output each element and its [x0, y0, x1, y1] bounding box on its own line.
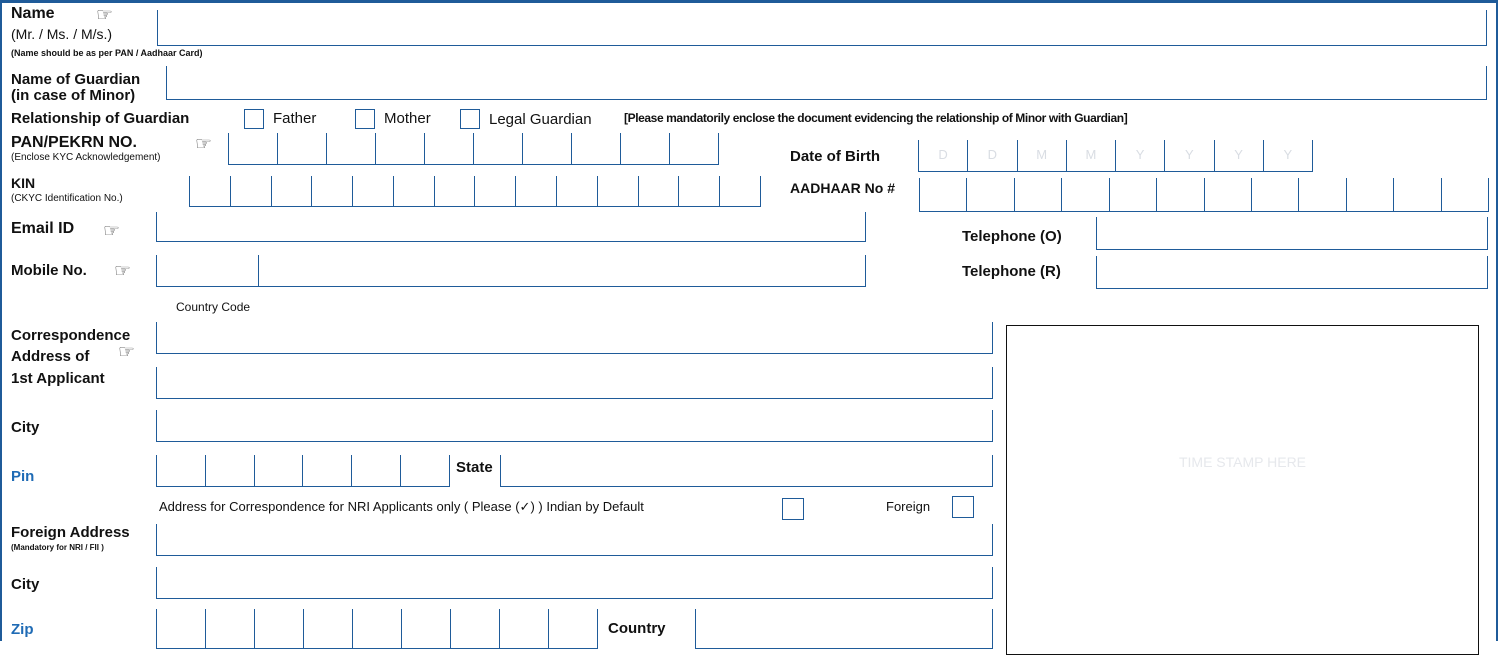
foreign-checkbox[interactable]	[952, 496, 974, 518]
guardian-name-field[interactable]	[166, 66, 1487, 100]
form-top-border	[0, 0, 1498, 3]
mobile-label: Mobile No.	[11, 262, 87, 279]
guardian-label-line2: (in case of Minor)	[11, 87, 136, 104]
email-label: Email ID	[11, 220, 75, 237]
correspondence-label-line2: Address of	[11, 348, 90, 365]
pan-label: PAN/PEKRN NO.	[11, 134, 137, 151]
pointing-hand-icon: ☞	[195, 134, 213, 155]
name-field[interactable]	[157, 10, 1487, 46]
pin-label: Pin	[11, 468, 35, 485]
pan-note: (Enclose KYC Acknowledgement)	[11, 152, 161, 163]
pointing-hand-icon: ☞	[114, 261, 132, 282]
foreign-address-note: (Mandatory for NRI / FII )	[11, 543, 104, 552]
nri-address-text: Address for Correspondence for NRI Appli…	[159, 499, 644, 514]
father-option-label: Father	[273, 110, 317, 127]
address-line1-field[interactable]	[156, 322, 993, 354]
guardian-label-line1: Name of Guardian	[11, 71, 141, 88]
telephone-r-label: Telephone (R)	[962, 263, 1061, 280]
country-field[interactable]	[695, 609, 993, 649]
dob-month-cell[interactable]: M	[1018, 140, 1067, 171]
kin-note: (CKYC Identification No.)	[11, 193, 123, 204]
relationship-label: Relationship of Guardian	[11, 110, 190, 127]
pointing-hand-icon: ☞	[96, 5, 114, 26]
foreign-city-field[interactable]	[156, 567, 993, 599]
name-label: Name	[11, 5, 55, 22]
dob-label: Date of Birth	[790, 148, 880, 165]
father-checkbox[interactable]	[244, 109, 264, 129]
telephone-r-field[interactable]	[1096, 256, 1488, 289]
dob-field[interactable]: D D M M Y Y Y Y	[918, 140, 1313, 172]
indian-by-default-checkbox[interactable]	[782, 498, 804, 520]
zip-label: Zip	[11, 621, 34, 638]
dob-year-cell[interactable]: Y	[1215, 140, 1264, 171]
dob-year-cell[interactable]: Y	[1116, 140, 1166, 171]
aadhaar-field[interactable]	[919, 178, 1490, 212]
legal-guardian-option-label: Legal Guardian	[489, 111, 592, 128]
telephone-o-label: Telephone (O)	[962, 228, 1062, 245]
time-stamp-text: TIME STAMP HERE	[1178, 454, 1307, 470]
form-left-border	[0, 0, 2, 641]
email-field[interactable]	[156, 212, 866, 242]
country-label: Country	[608, 620, 666, 637]
pointing-hand-icon: ☞	[118, 342, 136, 363]
pan-field[interactable]	[228, 133, 719, 165]
mother-option-label: Mother	[384, 110, 431, 127]
dob-month-cell[interactable]: M	[1067, 140, 1116, 171]
correspondence-label-line3: 1st Applicant	[11, 370, 105, 387]
time-stamp-box: TIME STAMP HERE	[1006, 325, 1479, 655]
dob-day-cell[interactable]: D	[919, 140, 969, 171]
country-code-label: Country Code	[176, 300, 251, 314]
dob-year-cell[interactable]: Y	[1165, 140, 1215, 171]
name-titles: (Mr. / Ms. / M/s.)	[11, 26, 113, 42]
zip-field[interactable]	[156, 609, 598, 649]
address-line2-field[interactable]	[156, 367, 993, 399]
correspondence-label-line1: Correspondence	[11, 327, 131, 344]
kin-field[interactable]	[189, 176, 761, 207]
dob-day-cell[interactable]: D	[968, 140, 1018, 171]
city-field[interactable]	[156, 410, 993, 442]
aadhaar-label: AADHAAR No #	[790, 180, 895, 196]
relationship-note: [Please mandatorily enclose the document…	[624, 111, 1128, 125]
kin-label: KIN	[11, 175, 36, 191]
legal-guardian-checkbox[interactable]	[460, 109, 480, 129]
pin-field[interactable]	[156, 455, 450, 487]
foreign-address-label: Foreign Address	[11, 524, 130, 541]
state-label: State	[456, 459, 493, 476]
country-code-divider	[258, 255, 259, 287]
foreign-address-field[interactable]	[156, 524, 993, 556]
foreign-label: Foreign	[886, 499, 931, 514]
city-label: City	[11, 419, 40, 436]
state-field[interactable]	[500, 455, 993, 487]
mother-checkbox[interactable]	[355, 109, 375, 129]
telephone-o-field[interactable]	[1096, 217, 1488, 250]
mobile-number-field[interactable]	[156, 255, 866, 287]
pointing-hand-icon: ☞	[103, 221, 121, 242]
dob-year-cell[interactable]: Y	[1264, 140, 1313, 171]
name-note: (Name should be as per PAN / Aadhaar Car…	[11, 48, 203, 58]
foreign-city-label: City	[11, 576, 40, 593]
